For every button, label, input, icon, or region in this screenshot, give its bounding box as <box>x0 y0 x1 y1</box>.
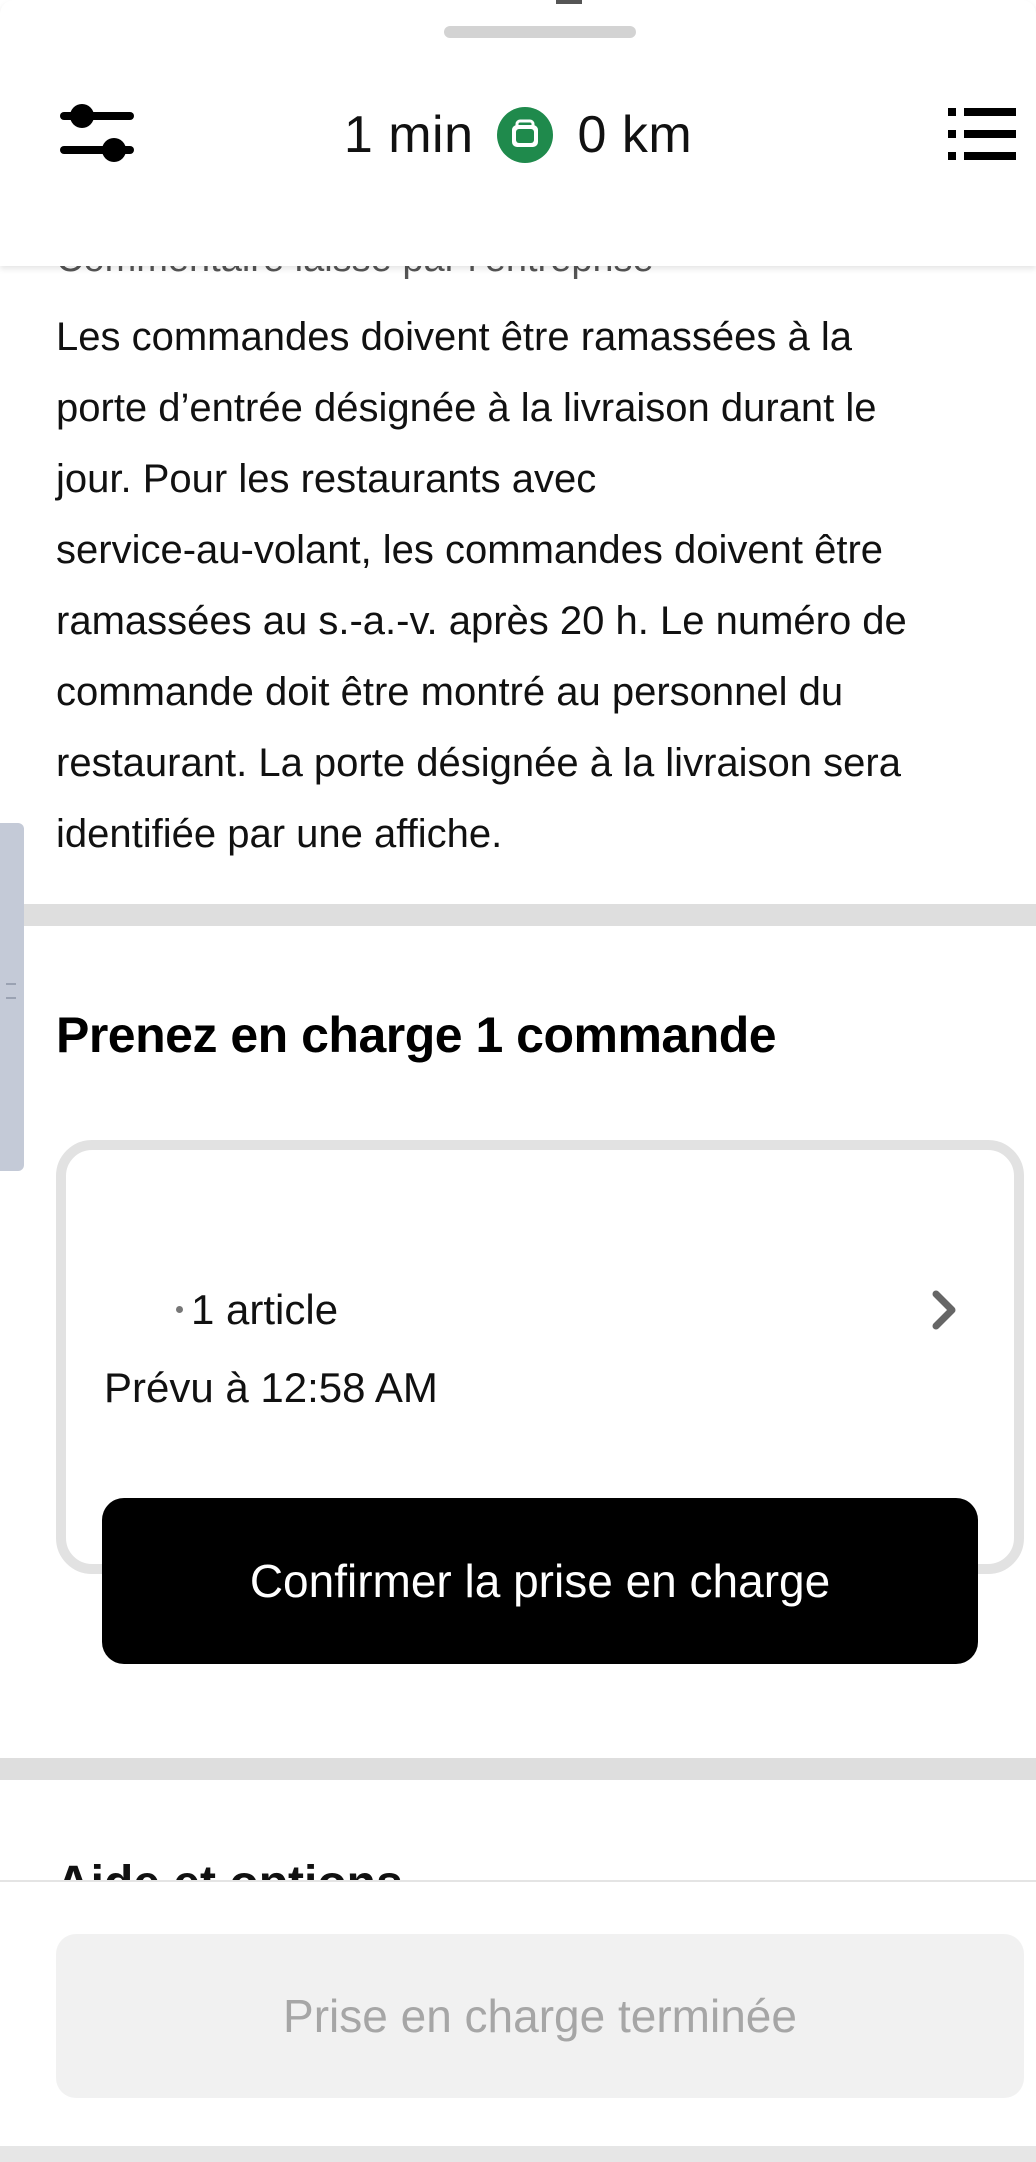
order-item-count: 1 article <box>191 1286 339 1333</box>
comment-line: commande doit être montré au personnel d… <box>56 670 844 714</box>
section-divider <box>0 904 1036 926</box>
list-icon[interactable] <box>946 104 1018 164</box>
separator-dot-icon <box>176 1306 183 1314</box>
order-summary[interactable]: 1 article <box>176 1286 338 1334</box>
section-divider <box>0 1758 1036 1780</box>
comment-text: Les commandes doivent être ramassées à l… <box>56 302 1016 870</box>
comment-label: Commentaire laissé par l’entreprise <box>56 266 654 281</box>
distance-text: 0 km <box>577 106 693 164</box>
status-bar-mark <box>556 0 582 4</box>
pickup-title: Prenez en charge 1 commande <box>56 1007 777 1063</box>
comment-line: ramassées au s.-a.-v. après 20 h. Le num… <box>56 599 907 643</box>
trip-content[interactable]: Commentaire laissé par l’entreprise Les … <box>0 266 1036 1880</box>
sheet-drag-handle[interactable] <box>444 26 636 38</box>
bag-icon <box>497 107 554 163</box>
trip-header: 1 min 0 km <box>0 0 1036 266</box>
comment-line: Les commandes doivent être ramassées à l… <box>56 315 852 359</box>
eta-text: 1 min <box>343 106 474 164</box>
help-section-title: Aide et options <box>56 1854 403 1880</box>
side-drawer-tab[interactable] <box>0 823 24 1171</box>
chevron-right-icon[interactable] <box>930 1288 958 1338</box>
comment-line: jour. Pour les restaurants avec <box>56 457 597 501</box>
confirm-pickup-button[interactable]: Confirmer la prise en charge <box>102 1498 978 1664</box>
bottom-edge <box>0 2146 1036 2162</box>
comment-line: porte d’entrée désignée à la livraison d… <box>56 386 877 430</box>
comment-line: identifiée par une affiche. <box>56 812 503 856</box>
comment-line: service-au-volant, les commandes doivent… <box>56 528 884 572</box>
grip-icon <box>6 983 16 999</box>
footer-bar: Prise en charge terminée <box>0 1880 1036 2162</box>
scheduled-time: Prévu à 12:58 AM <box>104 1364 438 1411</box>
pickup-complete-button[interactable]: Prise en charge terminée <box>56 1934 1024 2098</box>
trip-status: 1 min 0 km <box>0 100 1036 170</box>
trip-sheet: 1 min 0 km Les commandes doivent être ra… <box>0 0 1036 2162</box>
comment-line: restaurant. La porte désignée à la livra… <box>56 741 901 785</box>
